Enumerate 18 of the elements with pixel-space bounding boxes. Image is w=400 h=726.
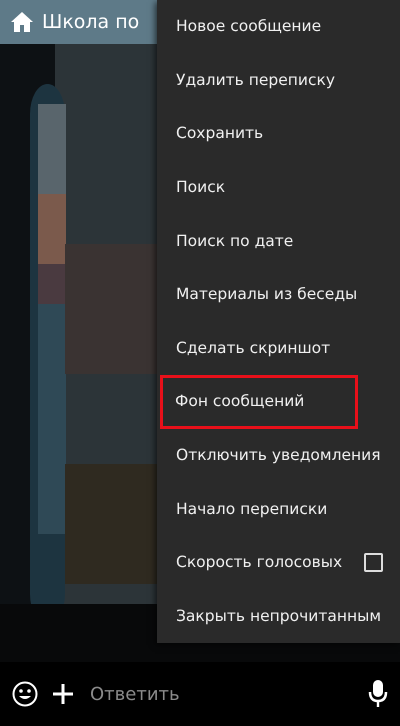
plus-icon[interactable]: [52, 683, 74, 705]
menu-item[interactable]: Скорость голосовых: [157, 536, 400, 590]
home-icon[interactable]: [10, 11, 34, 33]
menu-item[interactable]: Удалить переписку: [157, 54, 400, 108]
menu-item[interactable]: Поиск: [157, 160, 400, 214]
menu-item[interactable]: Отключить уведомления: [157, 428, 400, 482]
chat-title: Школа по: [42, 10, 140, 35]
menu-item[interactable]: Материалы из беседы: [157, 268, 400, 322]
checkbox[interactable]: [364, 553, 383, 572]
microphone-icon[interactable]: [368, 680, 388, 708]
menu-item[interactable]: Поиск по дате: [157, 214, 400, 268]
menu-item[interactable]: Сохранить: [157, 107, 400, 161]
menu-item[interactable]: Сделать скриншот: [157, 322, 400, 376]
menu-item[interactable]: Закрыть непрочитанным: [157, 590, 400, 644]
menu-item[interactable]: Новое сообщение: [157, 0, 400, 54]
menu-item[interactable]: Фон сообщений: [160, 375, 358, 429]
emoji-icon[interactable]: [12, 681, 38, 707]
menu-item[interactable]: Начало переписки: [157, 482, 400, 536]
